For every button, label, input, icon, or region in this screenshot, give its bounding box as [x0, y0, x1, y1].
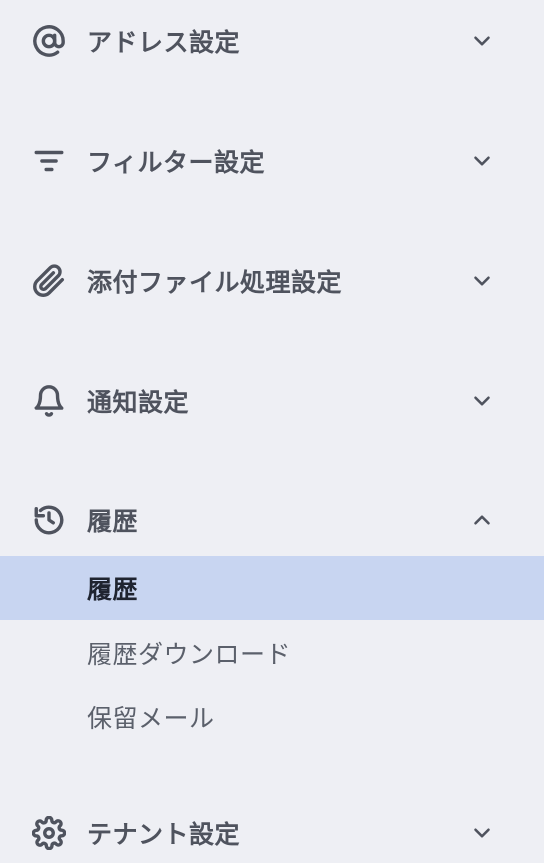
bell-icon — [32, 384, 66, 418]
history-icon — [32, 503, 66, 537]
sub-item-history[interactable]: 履歴 — [0, 556, 544, 620]
sub-item-held-mail[interactable]: 保留メール — [0, 685, 544, 749]
chevron-down-icon[interactable] — [466, 145, 498, 177]
chevron-down-icon[interactable] — [466, 25, 498, 57]
chevron-down-icon[interactable] — [466, 817, 498, 849]
chevron-down-icon[interactable] — [466, 385, 498, 417]
section-label: フィルター設定 — [87, 148, 266, 177]
chevron-up-icon[interactable] — [466, 504, 498, 536]
section-notification-settings[interactable]: 通知設定 — [0, 371, 544, 431]
filter-icon — [32, 144, 66, 178]
at-sign-icon — [32, 24, 66, 58]
section-label: 履歴 — [87, 507, 139, 536]
sub-item-history-download[interactable]: 履歴ダウンロード — [0, 621, 544, 685]
section-label: アドレス設定 — [87, 28, 241, 57]
paperclip-icon — [32, 264, 66, 298]
section-history[interactable]: 履歴 — [0, 490, 544, 550]
section-address-settings[interactable]: アドレス設定 — [0, 11, 544, 71]
section-label: 通知設定 — [87, 388, 190, 417]
section-tenant-settings[interactable]: テナント設定 — [0, 803, 544, 863]
sub-item-label: 履歴ダウンロード — [87, 640, 292, 669]
sub-item-label: 保留メール — [87, 704, 215, 733]
gear-icon — [32, 816, 66, 850]
settings-sidebar-nav: アドレス設定 フィルター設定 添付ファイル処理設定 通知設定 履歴 履歴 履歴ダ… — [0, 0, 544, 862]
section-attachment-settings[interactable]: 添付ファイル処理設定 — [0, 251, 544, 311]
section-label: 添付ファイル処理設定 — [87, 268, 343, 297]
chevron-down-icon[interactable] — [466, 265, 498, 297]
sub-item-label: 履歴 — [87, 575, 139, 604]
section-label: テナント設定 — [87, 820, 241, 849]
section-filter-settings[interactable]: フィルター設定 — [0, 131, 544, 191]
